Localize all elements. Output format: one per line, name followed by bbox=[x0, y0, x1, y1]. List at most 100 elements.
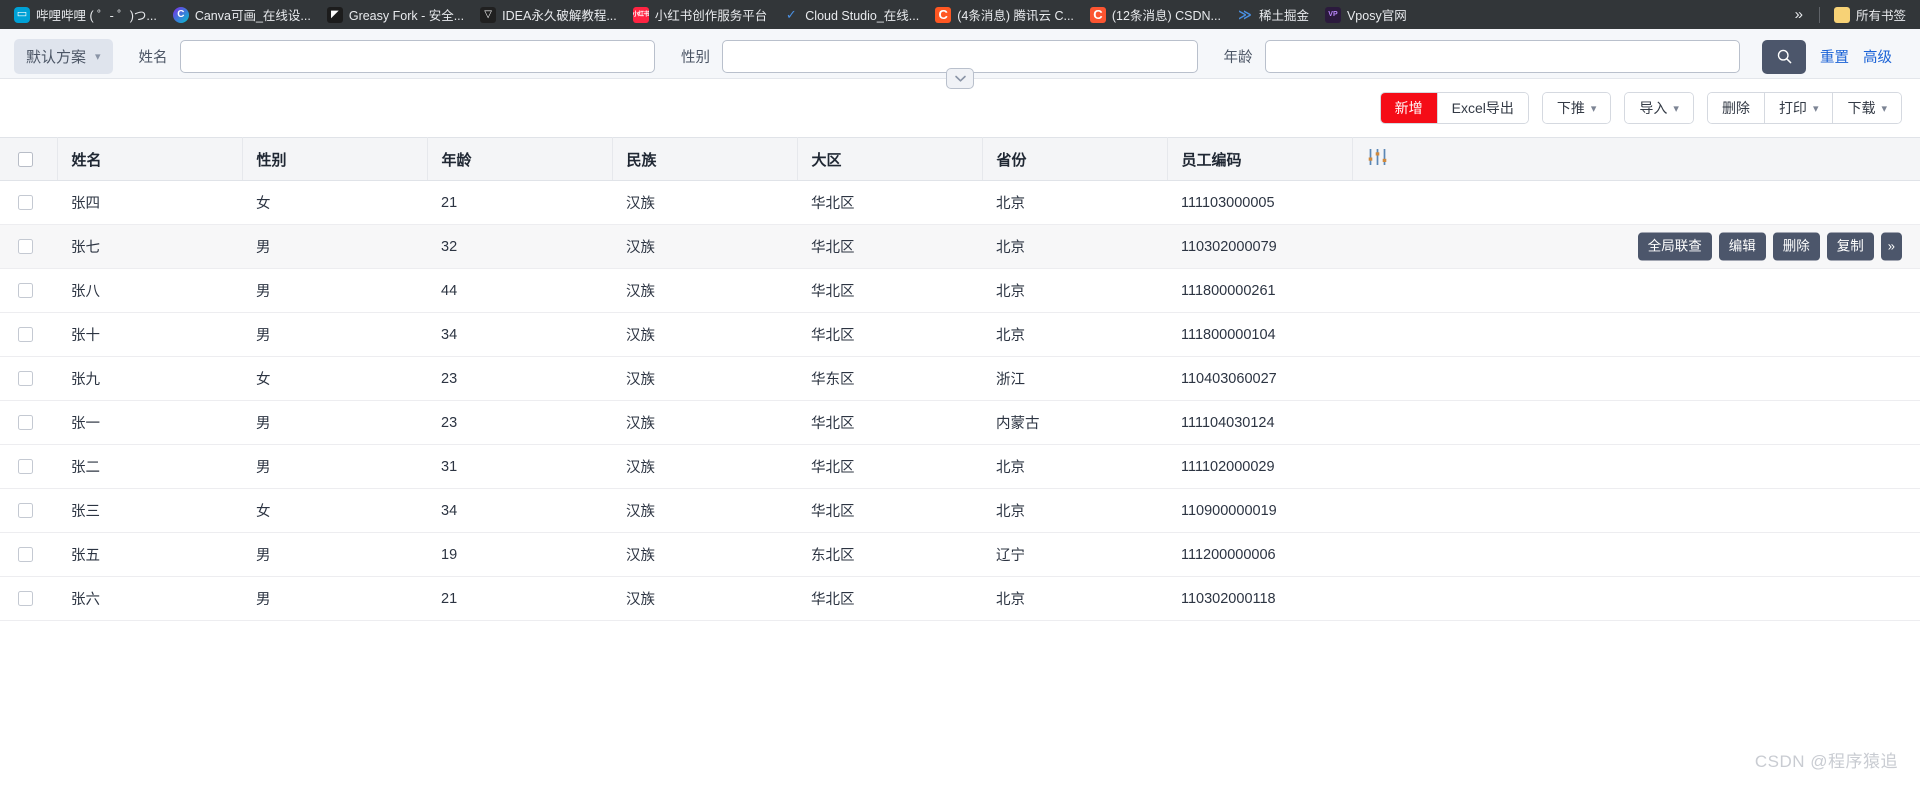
row-action-cell bbox=[1352, 400, 1920, 445]
table-cell: 111800000261 bbox=[1167, 268, 1352, 313]
csdn-icon: C bbox=[1089, 6, 1106, 23]
bookmark-all-bookmarks[interactable]: 所有书签 bbox=[1826, 2, 1914, 27]
bookmark-item[interactable]: ▽ IDEA永久破解教程... bbox=[472, 2, 625, 27]
table-row[interactable]: 张四女 21 汉族 华北区 北京 111103000005 bbox=[0, 180, 1920, 225]
row-checkbox[interactable] bbox=[18, 327, 33, 343]
age-input[interactable] bbox=[1264, 40, 1740, 73]
column-header-ethnicity[interactable]: 民族 bbox=[612, 137, 798, 181]
name-input[interactable] bbox=[179, 40, 656, 73]
toolbar-button[interactable]: 下载 ▾ bbox=[1832, 93, 1901, 123]
toolbar-button[interactable]: 打印 ▾ bbox=[1763, 93, 1833, 123]
table-cell: 111103000005 bbox=[1167, 180, 1352, 225]
row-checkbox[interactable] bbox=[18, 547, 33, 563]
bookmark-item[interactable]: ◤ Greasy Fork - 安全... bbox=[319, 2, 472, 27]
greasyfork-icon: ◤ bbox=[326, 6, 343, 23]
table-cell: 汉族 bbox=[612, 224, 797, 269]
data-table-container: 姓名 性别 年龄 民族 大区 省份 员工编码 张四 女 21 汉族 华北区 北京… bbox=[0, 137, 1920, 621]
search-actions: 重置 高级 bbox=[1740, 39, 1906, 74]
row-action-button[interactable]: 全局联查 bbox=[1637, 232, 1712, 261]
row-select-cell bbox=[0, 180, 57, 225]
table-cell: 男 bbox=[242, 532, 427, 577]
advanced-button[interactable]: 高级 bbox=[1863, 46, 1892, 67]
row-action-cell bbox=[1352, 576, 1920, 621]
column-header-name[interactable]: 姓名 bbox=[57, 137, 243, 181]
bookmark-label: Greasy Fork - 安全... bbox=[348, 9, 465, 23]
table-cell: 23 bbox=[427, 400, 612, 445]
select-all-checkbox[interactable] bbox=[18, 152, 33, 168]
row-checkbox[interactable] bbox=[18, 239, 33, 255]
chevron-down-icon: ▾ bbox=[1812, 102, 1819, 115]
table-row[interactable]: 张八男 44 汉族 华北区 北京 111800000261 bbox=[0, 268, 1920, 313]
bookmark-item[interactable]: ≫ 稀土掘金 bbox=[1229, 2, 1317, 27]
page-root: ▭ 哔哩哔哩 ( ゜- ゜)つ... C Canva可画_在线设... ◤ Greasy … bbox=[0, 0, 1920, 788]
bookmark-item[interactable]: C (12条消息) CSDN... bbox=[1082, 2, 1229, 27]
bilibili-icon: ▭ bbox=[14, 6, 30, 23]
toolbar-button[interactable]: 删除 bbox=[1707, 93, 1764, 123]
row-checkbox[interactable] bbox=[18, 459, 33, 475]
column-header-employee-no[interactable]: 员工编码 bbox=[1167, 137, 1353, 181]
row-action-button[interactable]: 删除 bbox=[1772, 232, 1820, 261]
select-all-header bbox=[0, 137, 58, 181]
bookmark-item[interactable]: C Canva可画_在线设... bbox=[165, 2, 319, 27]
table-row[interactable]: 张十男 34 汉族 华北区 北京 111800000104 bbox=[0, 312, 1920, 357]
row-action-button[interactable]: 复制 bbox=[1826, 232, 1874, 261]
table-row[interactable]: 张九女 23 汉族 华东区 浙江 110403060027 bbox=[0, 356, 1920, 401]
row-action-button[interactable]: 编辑 bbox=[1718, 232, 1766, 261]
table-cell: 华北区 bbox=[797, 400, 982, 445]
bookmark-item[interactable]: C (4条消息) 腾讯云 C... bbox=[927, 2, 1082, 27]
toolbar-button[interactable]: 新增 bbox=[1380, 93, 1437, 123]
table-settings-header bbox=[1352, 137, 1920, 181]
row-checkbox[interactable] bbox=[18, 283, 33, 299]
table-cell: 汉族 bbox=[612, 576, 797, 621]
bookmark-item[interactable]: 小红书 小红书创作服务平台 bbox=[625, 2, 776, 27]
table-row[interactable]: 张六男 21 汉族 华北区 北京 110302000118 bbox=[0, 576, 1920, 621]
table-row[interactable]: 张二男 31 汉族 华北区 北京 111102000029 bbox=[0, 444, 1920, 489]
toolbar-button[interactable]: 下推 ▾ bbox=[1542, 93, 1611, 123]
chevron-down-icon bbox=[954, 75, 966, 82]
table-cell: 31 bbox=[427, 444, 612, 489]
toolbar-button[interactable]: 导入 ▾ bbox=[1625, 93, 1693, 123]
table-cell: 辽宁 bbox=[982, 532, 1167, 577]
search-button[interactable] bbox=[1762, 39, 1806, 74]
table-header-row: 姓名 性别 年龄 民族 大区 省份 员工编码 bbox=[0, 137, 1920, 181]
table-cell: 张六 bbox=[57, 576, 242, 621]
column-header-age[interactable]: 年龄 bbox=[427, 137, 613, 181]
table-cell: 男 bbox=[242, 268, 427, 313]
toolbar-button[interactable]: Excel导出 bbox=[1436, 93, 1528, 123]
bookmark-divider bbox=[1818, 6, 1820, 23]
row-checkbox[interactable] bbox=[18, 503, 33, 519]
bookmark-item[interactable]: ✓ Cloud Studio_在线... bbox=[775, 2, 927, 27]
row-checkbox[interactable] bbox=[18, 371, 33, 387]
row-select-cell bbox=[0, 312, 57, 357]
row-select-cell bbox=[0, 356, 57, 401]
table-row[interactable]: 张三女 34 汉族 华北区 北京 110900000019 bbox=[0, 488, 1920, 533]
filter-label-age: 年龄 bbox=[1223, 50, 1253, 66]
reset-button[interactable]: 重置 bbox=[1820, 46, 1849, 67]
collapse-filter-toggle[interactable] bbox=[946, 68, 974, 89]
row-checkbox[interactable] bbox=[18, 415, 33, 431]
table-cell: 110403060027 bbox=[1167, 356, 1352, 401]
bookmark-overflow-button[interactable]: » bbox=[1785, 4, 1813, 25]
bookmark-item[interactable]: VP Vposy官网 bbox=[1317, 2, 1415, 27]
table-row[interactable]: 张五男 19 汉族 东北区 辽宁 111200000006 bbox=[0, 532, 1920, 577]
column-header-gender[interactable]: 性别 bbox=[242, 137, 428, 181]
column-header-region[interactable]: 大区 bbox=[797, 137, 983, 181]
bookmark-label: Cloud Studio_在线... bbox=[805, 9, 920, 23]
sliders-icon[interactable] bbox=[1367, 148, 1388, 170]
table-row[interactable]: 张一男 23 汉族 华北区 内蒙古 111104030124 bbox=[0, 400, 1920, 445]
table-cell: 北京 bbox=[982, 312, 1167, 357]
row-checkbox[interactable] bbox=[18, 591, 33, 607]
scheme-select[interactable]: 默认方案 ▾ bbox=[14, 39, 113, 74]
table-cell: 汉族 bbox=[612, 400, 797, 445]
chevron-down-icon: ▾ bbox=[1673, 102, 1679, 115]
row-checkbox[interactable] bbox=[18, 195, 33, 211]
table-row[interactable]: 张七男 32 汉族 华北区 北京 110302000079 全局联查 编辑 删除 复制» bbox=[0, 224, 1920, 269]
chevron-down-icon: ▾ bbox=[1590, 102, 1597, 115]
table-cell: 23 bbox=[427, 356, 612, 401]
bookmark-item[interactable]: ▭ 哔哩哔哩 ( ゜- ゜)つ... bbox=[6, 2, 165, 27]
toolbar-button-label: 下载 bbox=[1847, 100, 1876, 116]
table-cell: 华北区 bbox=[797, 180, 982, 225]
row-action-more-button[interactable]: » bbox=[1880, 232, 1902, 261]
column-header-province[interactable]: 省份 bbox=[982, 137, 1168, 181]
row-action-cell bbox=[1352, 356, 1920, 401]
